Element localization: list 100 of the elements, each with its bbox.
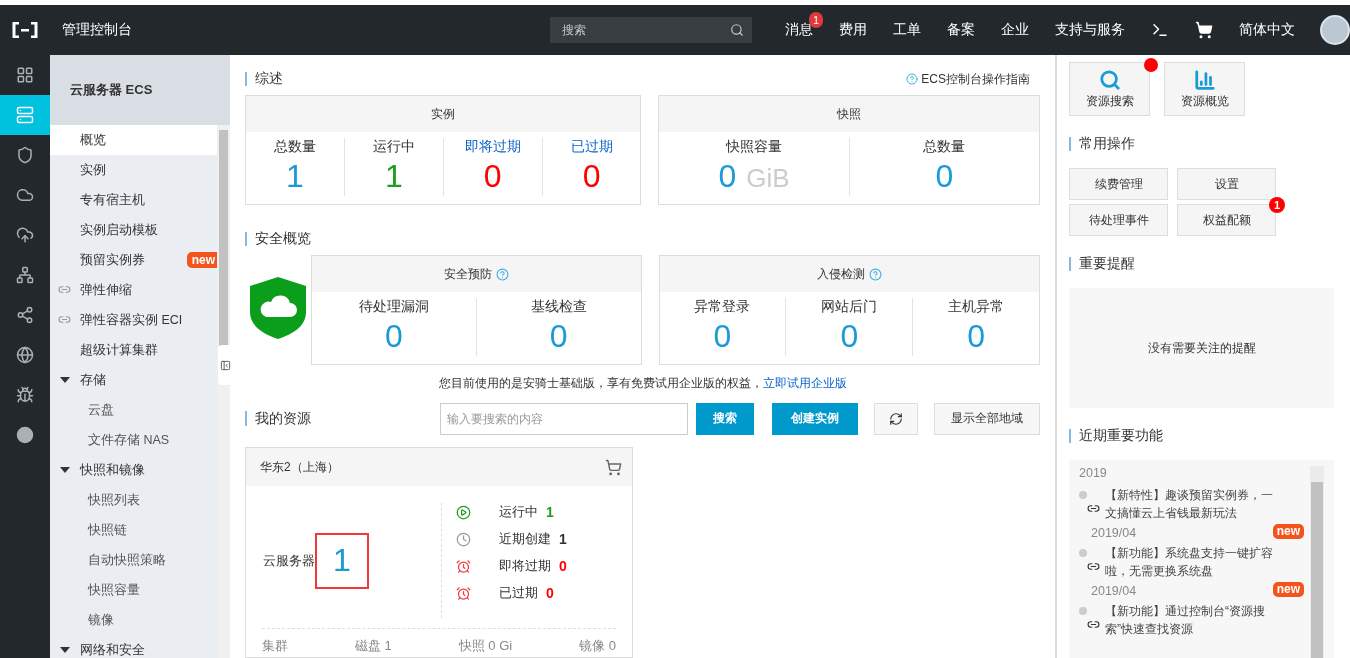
globe-icon [16,346,34,364]
empty-message: 没有需要关注的提醒 [1147,339,1256,357]
link-icon [1087,502,1100,515]
sidebar-item[interactable]: 弹性伸缩 [50,275,217,305]
sidebar-item[interactable]: 实例 [50,155,217,185]
feature-link[interactable]: 【新功能】通过控制台“资源搜索”快速查找资源 [1105,602,1280,638]
refresh-icon [889,411,903,426]
card-title: 快照 [837,105,862,123]
section-title: 综述 [245,72,283,86]
alarm-clock-icon [456,585,471,601]
resource-name: 云服务器 [263,551,315,570]
status-label: 运行中 [499,503,538,521]
search-icon[interactable] [730,23,744,37]
stat-label: 总数量 [923,138,966,156]
nodes-icon [16,306,34,324]
stat-value: 0 [385,317,403,356]
status-value: 1 [546,504,554,520]
stat-label: 总数量 [273,138,316,156]
sidebar-item[interactable]: 弹性容器实例 ECI [50,305,217,335]
stat-label: 异常登录 [694,298,751,316]
stat-link[interactable]: 即将过期 [464,138,521,156]
card-title: 入侵检测 [816,265,865,283]
section-title: 安全概览 [245,232,311,246]
stat-label: 快照容量 [726,138,783,156]
feature-link[interactable]: 【新特性】趣谈预留实例券，一文搞懂云上省钱最新玩法 [1105,486,1280,522]
sidebar-item[interactable]: 云盘 [50,395,217,425]
search-field[interactable]: 搜索 [550,17,752,43]
sidebar-item[interactable]: 概览 [50,125,217,155]
console-title[interactable]: 管理控制台 [62,21,550,39]
logo-icon[interactable] [11,22,39,38]
stat-value: 0 [967,317,985,356]
new-badge: new [186,252,217,268]
sidebar-item[interactable]: 专有宿主机 [50,185,217,215]
resource-stat: 磁盘 1 [354,637,392,655]
help-link[interactable]: ECS控制台操作指南 [921,70,1030,88]
sidebar-item[interactable]: 预留实例券 new [50,245,217,275]
sidebar-item[interactable]: 存储 [50,365,217,395]
feature-date: 2019/04 [1091,584,1137,598]
bug-icon [16,386,34,404]
nav-link[interactable]: 备案 [947,21,975,39]
notice-text: 您目前使用的是安骑士基础版，享有免费试用企业版的权益，立即试用企业版 [438,376,847,390]
sidebar-item[interactable]: 文件存储 NAS [50,425,217,455]
sidebar-item[interactable]: 快照列表 [50,485,217,515]
quick-button[interactable]: 资源搜索 [1069,62,1150,116]
network-icon [16,266,34,284]
stat-value: 1 [286,157,304,196]
refresh-button[interactable] [874,402,918,435]
operation-button[interactable]: 续费管理 [1069,168,1168,200]
count-badge: 1 [1269,197,1285,213]
operation-button[interactable]: 待处理事件 [1069,204,1168,236]
nav-link[interactable]: 工单 [893,21,921,39]
stat-label: 网站后门 [821,298,878,316]
stat-value: 0 [840,317,859,356]
language-link[interactable]: 简体中文 [1239,21,1295,39]
sidebar-item[interactable]: 快照和镜像 [50,455,217,485]
scrollbar[interactable] [1310,466,1324,658]
resource-stat: 镜像 0 [579,637,616,655]
sidebar-title: 云服务器 ECS [70,81,153,99]
nav-link[interactable]: 企业 [1001,21,1029,39]
sidebar-item[interactable]: 快照链 [50,515,217,545]
status-label: 即将过期 [499,557,551,575]
circle-icon [16,426,34,444]
shield-icon [249,276,307,340]
section-title: 近期重要功能 [1069,429,1163,443]
sidebar-item[interactable]: 镜像 [50,605,217,635]
nav-link[interactable]: 支持与服务 [1055,21,1125,39]
region-title: 华东2（上海） [260,458,339,476]
timeline-dot [1079,491,1087,499]
nav-link[interactable]: 费用 [839,21,867,39]
sidebar-item[interactable]: 网络和安全 [50,635,217,658]
region-button[interactable]: 显示全部地域 [934,402,1040,435]
operation-button[interactable]: 设置 [1177,168,1276,200]
section-title: 重要提醒 [1069,257,1135,271]
status-label: 已过期 [499,584,538,602]
scrollbar[interactable] [217,125,230,658]
sidebar-item[interactable]: 自动快照策略 [50,545,217,575]
card-title: 实例 [431,105,456,123]
section-title: 我的资源 [245,411,311,426]
search-icon [1098,68,1121,91]
terminal-icon[interactable] [1151,21,1169,39]
new-badge: new [1272,524,1304,539]
resource-stat: 集群 [262,637,288,655]
stat-value: 0 [549,317,568,356]
stat-link[interactable]: 已过期 [570,138,613,156]
stat-value: 0 [718,157,737,196]
feature-link[interactable]: 【新功能】系统盘支持一键扩容啦，无需更换系统盘 [1105,544,1280,580]
new-badge: new [1272,582,1304,597]
search-field[interactable]: 输入要搜索的内容 [439,402,688,435]
cart-icon[interactable] [1195,21,1213,39]
resource-stat: 快照 0 Gi [458,637,513,655]
sidebar-item[interactable]: 超级计算集群 [50,335,217,365]
trial-link[interactable]: 立即试用企业版 [762,376,847,390]
sidebar-item[interactable]: 实例启动模板 [50,215,217,245]
quick-button[interactable]: 资源概览 [1164,62,1245,116]
bar-chart-icon [1193,68,1216,91]
cloud-upload-icon [16,226,34,244]
avatar[interactable] [1320,15,1350,45]
stat-value: 0 [713,317,732,356]
collapse-handle[interactable] [218,345,232,385]
sidebar-item[interactable]: 快照容量 [50,575,217,605]
